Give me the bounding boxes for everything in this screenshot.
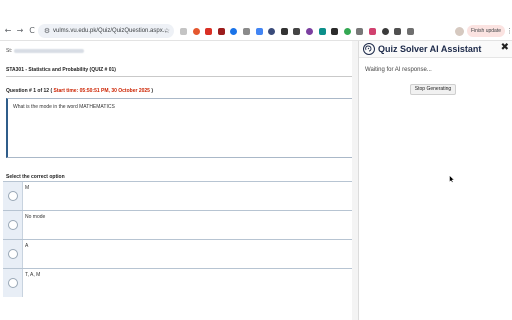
- ext-grey-3-icon[interactable]: [356, 28, 364, 35]
- divider: [6, 76, 358, 77]
- ext-dark-4-icon[interactable]: [381, 28, 389, 35]
- option-radio[interactable]: [8, 278, 18, 288]
- student-id-line: St:: [6, 48, 85, 54]
- ext-teal-icon[interactable]: [318, 28, 326, 35]
- back-icon[interactable]: ←: [3, 25, 13, 37]
- browser-menu-icon[interactable]: ⋮: [506, 26, 512, 36]
- profile-avatar[interactable]: [455, 27, 464, 36]
- ext-grey-icon[interactable]: [180, 28, 187, 35]
- ai-assistant-panel: Quiz Solver AI Assistant ✖ Waiting for A…: [358, 41, 512, 320]
- option-row[interactable]: M: [3, 181, 358, 210]
- ext-grey-2-icon[interactable]: [243, 28, 250, 35]
- ext-flame-icon[interactable]: [192, 28, 200, 35]
- ext-pink-icon[interactable]: [369, 28, 376, 35]
- option-radio[interactable]: [8, 191, 18, 201]
- option-row[interactable]: No mode: [3, 210, 358, 239]
- ext-dark-5-icon[interactable]: [394, 28, 402, 35]
- radio-column: [3, 240, 23, 268]
- radio-column: [3, 269, 23, 297]
- ext-dark-red-icon[interactable]: [217, 28, 225, 35]
- ext-dark-3-icon[interactable]: [331, 28, 339, 35]
- ext-dark-2-icon[interactable]: [293, 28, 301, 35]
- ext-purple-icon[interactable]: [306, 28, 313, 35]
- stop-generating-button[interactable]: Stop Generating: [410, 84, 456, 95]
- quiz-page: St: STA301 - Statistics and Probability …: [0, 41, 358, 320]
- status-text: Waiting for AI response...: [365, 67, 432, 73]
- site-settings-icon[interactable]: ⚙: [42, 26, 52, 36]
- question-header-close: ): [151, 88, 154, 94]
- option-radio[interactable]: [8, 249, 18, 259]
- question-text: What is the mode in the word MATHEMATICS: [13, 104, 115, 110]
- question-text-box: What is the mode in the word MATHEMATICS: [6, 98, 358, 158]
- ext-blue-icon[interactable]: [230, 28, 238, 35]
- panel-title: Quiz Solver AI Assistant: [378, 44, 482, 54]
- screen: ← → C ⚙ vulms.vu.edu.pk/Quiz/QuizQuestio…: [0, 0, 512, 320]
- browser-toolbar: ← → C ⚙ vulms.vu.edu.pk/Quiz/QuizQuestio…: [0, 0, 512, 41]
- reload-icon[interactable]: C: [27, 25, 37, 37]
- ext-navy-icon[interactable]: [268, 28, 276, 35]
- question-header: Question # 1 of 12 ( Start time: 05:50:5…: [6, 88, 153, 94]
- option-row[interactable]: A: [3, 239, 358, 268]
- close-icon[interactable]: ✖: [501, 42, 509, 54]
- option-text: No mode: [25, 214, 46, 220]
- course-title: STA301 - Statistics and Probability (QUI…: [6, 67, 116, 73]
- ext-blue-2-icon[interactable]: [255, 28, 263, 35]
- student-id-label: St:: [6, 48, 13, 54]
- ext-dark-icon[interactable]: [280, 28, 288, 35]
- ext-green-icon[interactable]: [343, 28, 351, 35]
- start-time: Start time: 05:50:51 PM, 30 October 2025: [53, 88, 150, 94]
- question-number: Question # 1 of 12 (: [6, 88, 53, 94]
- student-id-redacted: [14, 48, 85, 53]
- option-row[interactable]: T, A, M: [3, 268, 358, 297]
- finish-update-button[interactable]: Finish update: [467, 25, 505, 37]
- panel-header: Quiz Solver AI Assistant ✖: [359, 41, 512, 58]
- address-bar[interactable]: ⚙ vulms.vu.edu.pk/Quiz/QuizQuestion.aspx…: [38, 24, 174, 38]
- brain-logo-icon: [363, 43, 375, 55]
- ext-grey-4-icon[interactable]: [406, 28, 414, 35]
- option-text: T, A, M: [25, 272, 41, 278]
- bookmark-star-icon[interactable]: ☆: [164, 26, 170, 36]
- select-option-label: Select the correct option: [6, 174, 65, 180]
- option-text: M: [25, 185, 30, 191]
- radio-column: [3, 211, 23, 239]
- url-text[interactable]: vulms.vu.edu.pk/Quiz/QuizQuestion.aspx..…: [53, 27, 168, 35]
- option-radio[interactable]: [8, 220, 18, 230]
- radio-column: [3, 182, 23, 210]
- forward-icon[interactable]: →: [15, 25, 25, 37]
- option-text: A: [25, 243, 29, 249]
- ext-red-icon[interactable]: [205, 28, 213, 35]
- mouse-cursor-icon: [449, 175, 455, 183]
